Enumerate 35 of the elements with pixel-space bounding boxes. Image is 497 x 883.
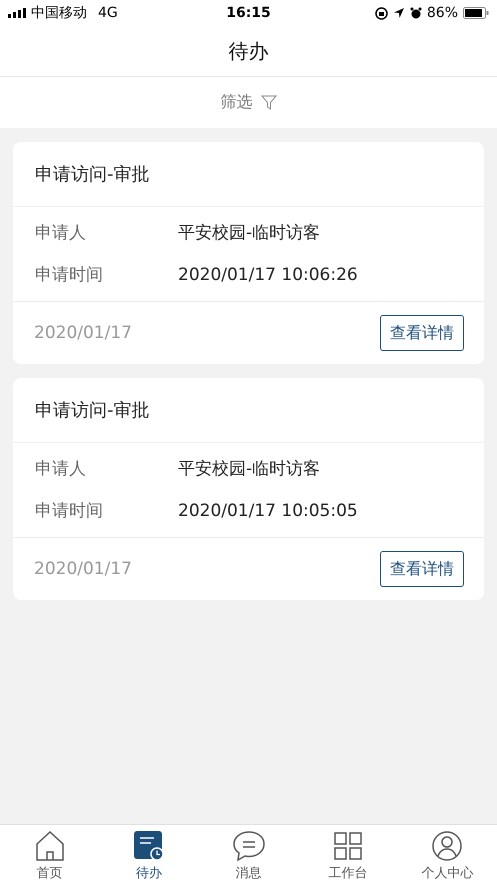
tab-item[interactable]: 待办 [99,825,199,883]
tab-item[interactable]: 个人中心 [398,825,497,883]
calendar-clock-icon [133,830,166,862]
field-label: 申请时间 [35,264,104,287]
grid-icon [332,830,364,862]
filter-icon [260,95,276,110]
card-date: 2020/01/17 [34,323,132,343]
rotation-lock-icon [374,6,388,20]
field-label: 申请人 [35,222,87,245]
alarm-icon [410,7,422,19]
card-title: 申请访问-审批 [13,142,484,207]
carrier-name: 中国移动 [31,4,87,22]
battery-percent: 86% [426,5,458,21]
battery-icon [463,7,490,19]
location-icon [392,7,405,19]
tab-item[interactable]: 首页 [0,825,100,883]
signal-icon [8,8,26,18]
card-date: 2020/01/17 [34,559,132,579]
field-label: 申请时间 [35,500,104,523]
tab-item[interactable]: 消息 [198,825,298,883]
field-label: 申请人 [35,458,87,481]
filter-button[interactable]: 筛选 [216,88,280,117]
field-value: 平安校园-临时访客 [178,222,322,245]
page-title: 待办 [228,38,268,64]
person-icon [431,830,464,862]
card-title: 申请访问-审批 [13,378,484,443]
field-value: 2020/01/17 10:06:26 [178,264,359,287]
field-value: 2020/01/17 10:05:05 [178,500,359,523]
network-type: 4G [98,5,118,21]
clock-time: 16:15 [226,5,271,21]
field-value: 平安校园-临时访客 [178,458,322,481]
details-button[interactable]: 查看详情 [380,551,464,587]
details-button[interactable]: 查看详情 [380,315,464,351]
tab-item[interactable]: 工作台 [298,825,398,883]
chat-bubble-icon [232,830,266,862]
